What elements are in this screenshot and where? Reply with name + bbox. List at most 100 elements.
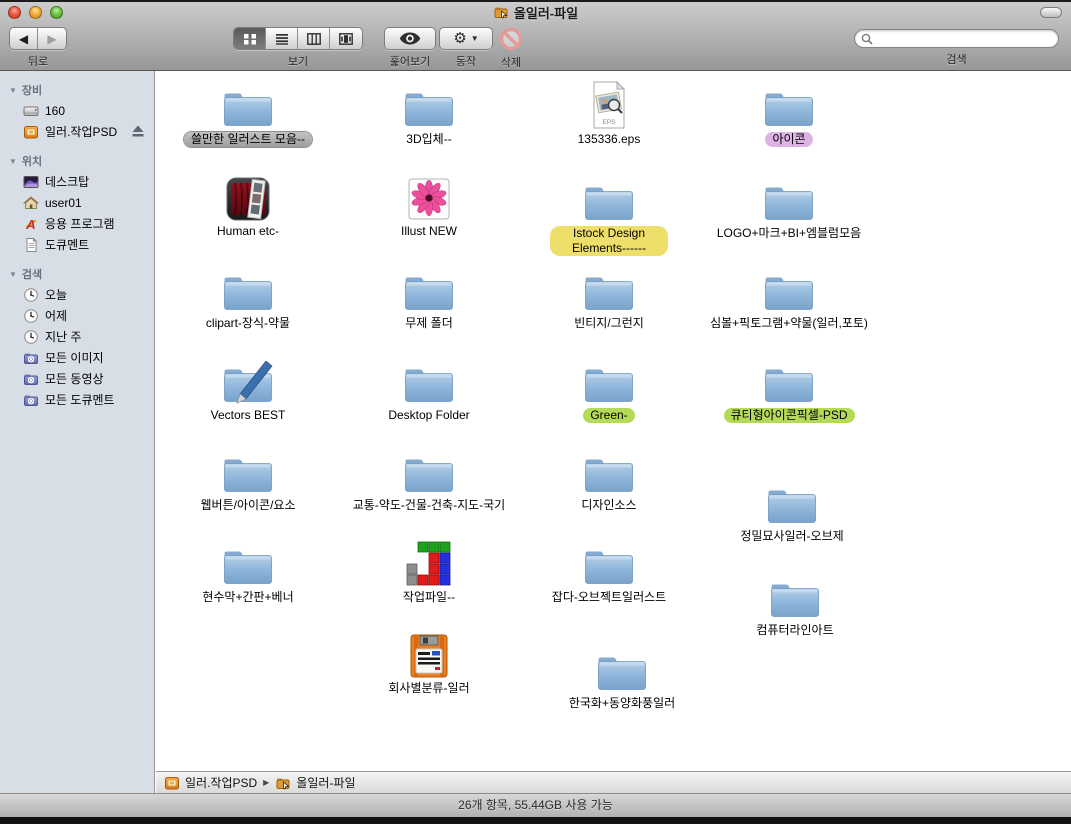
- sidebar-item[interactable]: 오늘: [0, 284, 154, 305]
- file-name: 잡다-오브젝트일러스트: [545, 590, 673, 605]
- sidebar-item[interactable]: 지난 주: [0, 326, 154, 347]
- file-item[interactable]: 무제 폴더: [337, 267, 521, 331]
- sidebar-item[interactable]: 데스크탑: [0, 171, 154, 192]
- sidebar-item[interactable]: user01: [0, 192, 154, 213]
- file-item[interactable]: 잡다-오브젝트일러스트: [517, 541, 701, 605]
- file-label: 웹버튼/아이콘/요소: [194, 498, 303, 513]
- sidebar-item[interactable]: 160: [0, 100, 154, 121]
- file-name: 회사별분류-일러: [381, 681, 476, 696]
- eps-file-icon: EPS: [589, 83, 629, 129]
- eject-icon[interactable]: [131, 124, 145, 138]
- sidebar-item-label: 오늘: [45, 286, 67, 303]
- disclosure-triangle-icon[interactable]: ▼: [9, 157, 17, 166]
- sidebar-item[interactable]: 모든 동영상: [0, 368, 154, 389]
- file-item[interactable]: EPS 135336.eps: [517, 83, 701, 147]
- file-label: 교통-약도-건물-건축-지도-국기: [346, 498, 512, 513]
- file-item[interactable]: 회사별분류-일러: [337, 632, 521, 696]
- file-name: clipart-장식-약물: [199, 316, 297, 331]
- file-item[interactable]: 3D입체--: [337, 83, 521, 147]
- delete-label: 삭제: [501, 54, 521, 70]
- list-view-button[interactable]: [266, 28, 298, 49]
- folder-icon: [402, 359, 456, 405]
- sidebar-item-label: 160: [45, 104, 65, 118]
- file-item[interactable]: Illust NEW: [337, 175, 521, 239]
- sidebar-item[interactable]: 모든 도큐멘트: [0, 389, 154, 410]
- coverflow-view-button[interactable]: [330, 28, 362, 49]
- sidebar-item[interactable]: 모든 이미지: [0, 347, 154, 368]
- view-segmented-control: [233, 27, 363, 50]
- folder-icon: [762, 83, 816, 129]
- quicklook-label: 훑어보기: [390, 53, 430, 69]
- column-view-button[interactable]: [298, 28, 330, 49]
- file-item[interactable]: 웹버튼/아이콘/요소: [156, 449, 340, 513]
- search-group: 검색: [854, 29, 1059, 67]
- sidebar-item-label: 도큐멘트: [45, 236, 89, 253]
- file-item[interactable]: LOGO+마크+BI+엠블럼모음: [697, 177, 881, 241]
- badged-folder-icon: [493, 4, 509, 20]
- back-forward-buttons: ◀ ▶: [9, 27, 67, 50]
- path-item[interactable]: 일러.작업PSD: [164, 774, 257, 791]
- file-item[interactable]: Vectors BEST: [156, 359, 340, 423]
- folder-icon: [402, 83, 456, 129]
- status-bar: 26개 항목, 55.44GB 사용 가능: [0, 793, 1071, 817]
- file-item[interactable]: 쓸만한 일러스트 모음--: [156, 83, 340, 147]
- file-name: 큐티형아이콘픽셀-PSD: [724, 408, 855, 423]
- file-item[interactable]: 빈티지/그런지: [517, 267, 701, 331]
- sidebar-item[interactable]: 일러.작업PSD: [0, 121, 154, 142]
- column-view-icon: [307, 33, 321, 45]
- file-name: Istock Design Elements------: [550, 226, 668, 256]
- file-label: Human etc-: [210, 224, 286, 239]
- title-bar[interactable]: 올일러-파일: [0, 2, 1071, 22]
- file-item[interactable]: 디자인소스: [517, 449, 701, 513]
- file-item[interactable]: Green-: [517, 359, 701, 423]
- file-item[interactable]: 아이콘: [697, 83, 881, 147]
- smart-folder-icon: [23, 350, 39, 366]
- flower-icon: [407, 175, 451, 221]
- file-label: 3D입체--: [399, 132, 458, 147]
- disclosure-triangle-icon[interactable]: ▼: [9, 86, 17, 95]
- folder-icon: [402, 267, 456, 313]
- file-item[interactable]: clipart-장식-약물: [156, 267, 340, 331]
- sidebar-item[interactable]: A응용 프로그램: [0, 213, 154, 234]
- file-label: 135336.eps: [571, 132, 648, 147]
- forward-arrow-icon: ▶: [47, 32, 56, 46]
- file-item[interactable]: 큐티형아이콘픽셀-PSD: [697, 359, 881, 423]
- quicklook-button[interactable]: [384, 27, 436, 50]
- back-button[interactable]: ◀: [10, 28, 38, 49]
- photobooth-icon: [226, 175, 270, 221]
- search-field[interactable]: [854, 29, 1059, 48]
- icon-view-button[interactable]: [234, 28, 266, 49]
- status-text: 26개 항목, 55.44GB 사용 가능: [458, 798, 613, 812]
- folder-icon: [582, 267, 636, 313]
- file-item[interactable]: Desktop Folder: [337, 359, 521, 423]
- file-item[interactable]: Istock Design Elements------: [517, 177, 701, 256]
- path-item[interactable]: 올일러-파일: [275, 774, 355, 791]
- file-item[interactable]: 컴퓨터라인아트: [703, 574, 887, 638]
- file-item[interactable]: Human etc-: [156, 175, 340, 239]
- file-item[interactable]: 심볼+픽토그램+약물(일러,포토): [697, 267, 881, 331]
- file-item[interactable]: 교통-약도-건물-건축-지도-국기: [337, 449, 521, 513]
- file-item[interactable]: 작업파일--: [337, 541, 521, 605]
- sidebar-item[interactable]: 어제: [0, 305, 154, 326]
- file-label: 심볼+픽토그램+약물(일러,포토): [703, 316, 875, 331]
- action-group: ⚙ ▼ 동작: [439, 27, 493, 69]
- sidebar-item[interactable]: 도큐멘트: [0, 234, 154, 255]
- toolbar: ◀ ▶ 뒤로: [0, 22, 1071, 71]
- file-item[interactable]: 정밀묘사일러-오브제: [700, 480, 884, 544]
- folder-icon: [221, 83, 275, 129]
- file-grid[interactable]: 쓸만한 일러스트 모음-- 3D입체-- EPS 135336.eps 아이콘 Human…: [156, 71, 1071, 771]
- file-name: 한국화+동양화풍일러: [562, 696, 682, 711]
- delete-button[interactable]: [496, 27, 526, 51]
- search-input[interactable]: [877, 32, 1052, 46]
- disclosure-triangle-icon[interactable]: ▼: [9, 270, 17, 279]
- toolbar-toggle-button[interactable]: [1040, 7, 1062, 18]
- smart-folder-icon: [23, 392, 39, 408]
- file-label: 정밀묘사일러-오브제: [733, 529, 850, 544]
- file-item[interactable]: 한국화+동양화풍일러: [530, 647, 714, 711]
- file-label: 잡다-오브젝트일러스트: [545, 590, 673, 605]
- action-button[interactable]: ⚙ ▼: [439, 27, 493, 50]
- badged-folder-icon: [275, 775, 291, 791]
- file-item[interactable]: 현수막+간판+베너: [156, 541, 340, 605]
- forward-button[interactable]: ▶: [38, 28, 66, 49]
- clock-icon: [23, 308, 39, 324]
